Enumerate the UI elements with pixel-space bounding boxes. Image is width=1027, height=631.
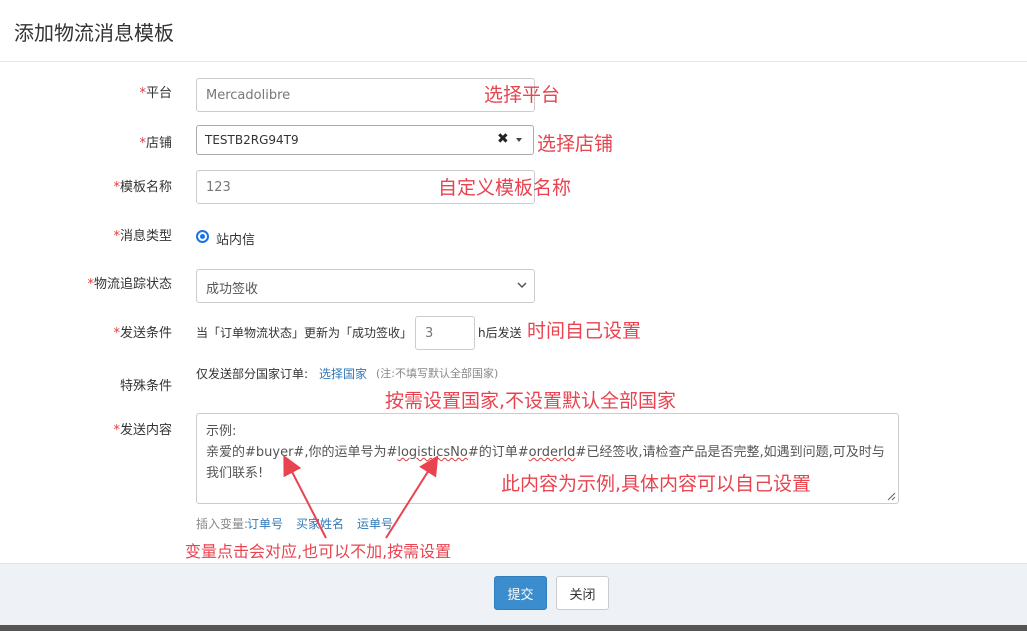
caret-down-icon[interactable]	[516, 138, 522, 142]
modal-title: 添加物流消息模板	[14, 21, 174, 45]
shop-select-value: TESTB2RG94T9	[205, 133, 299, 147]
send-condition-label: *发送条件	[113, 326, 172, 341]
message-type-label: *消息类型	[113, 229, 172, 244]
select-country-link[interactable]: 选择国家	[319, 365, 367, 382]
annotation-time: 时间自己设置	[527, 320, 642, 342]
annotation-content: 此内容为示例,具体内容可以自己设置	[501, 473, 812, 495]
annotation-platform: 选择平台	[484, 84, 561, 106]
shop-label: *店铺	[139, 136, 172, 151]
content-line-1: 示例:	[206, 424, 237, 439]
variable-order-no[interactable]: 订单号	[247, 515, 283, 532]
annotation-variables: 变量点击会对应,也可以不加,按需设置	[185, 542, 452, 561]
send-condition-suffix: h后发送	[478, 326, 522, 340]
special-condition-label: 特殊条件	[119, 379, 172, 394]
shop-select[interactable]: TESTB2RG94T9 ✖	[196, 125, 534, 155]
close-button[interactable]: 关闭	[556, 576, 609, 610]
modal-header: 添加物流消息模板	[0, 0, 1027, 62]
content-label: *发送内容	[113, 423, 172, 438]
platform-label: *平台	[139, 86, 172, 101]
bottom-bar	[0, 625, 1027, 631]
message-type-option: 站内信	[216, 233, 256, 248]
variables-prefix: 插入变量:	[196, 517, 249, 531]
message-type-radio[interactable]	[196, 230, 209, 243]
annotation-country: 按需设置国家,不设置默认全部国家	[385, 390, 677, 412]
special-condition-text: 仅发送部分国家订单:	[196, 367, 309, 381]
special-condition-note: (注:不填写默认全部国家)	[376, 367, 499, 380]
tracking-status-select[interactable]: 成功签收	[196, 269, 535, 303]
tracking-status-value: 成功签收	[206, 282, 259, 297]
tracking-status-label: *物流追踪状态	[87, 277, 172, 292]
variable-buyer-name[interactable]: 买家姓名	[296, 515, 344, 532]
resize-grip-icon[interactable]	[887, 492, 896, 501]
variable-waybill-no[interactable]: 运单号	[357, 515, 393, 532]
send-condition-prefix: 当「订单物流状态」更新为「成功签收」	[196, 326, 413, 340]
annotation-template-name: 自定义模板名称	[438, 177, 572, 199]
submit-button[interactable]: 提交	[494, 576, 547, 610]
template-name-label: *模板名称	[113, 180, 172, 195]
annotation-shop: 选择店铺	[537, 133, 614, 155]
send-hours-input[interactable]	[415, 316, 475, 350]
clear-icon[interactable]: ✖	[497, 131, 509, 147]
chevron-down-icon	[517, 282, 527, 289]
